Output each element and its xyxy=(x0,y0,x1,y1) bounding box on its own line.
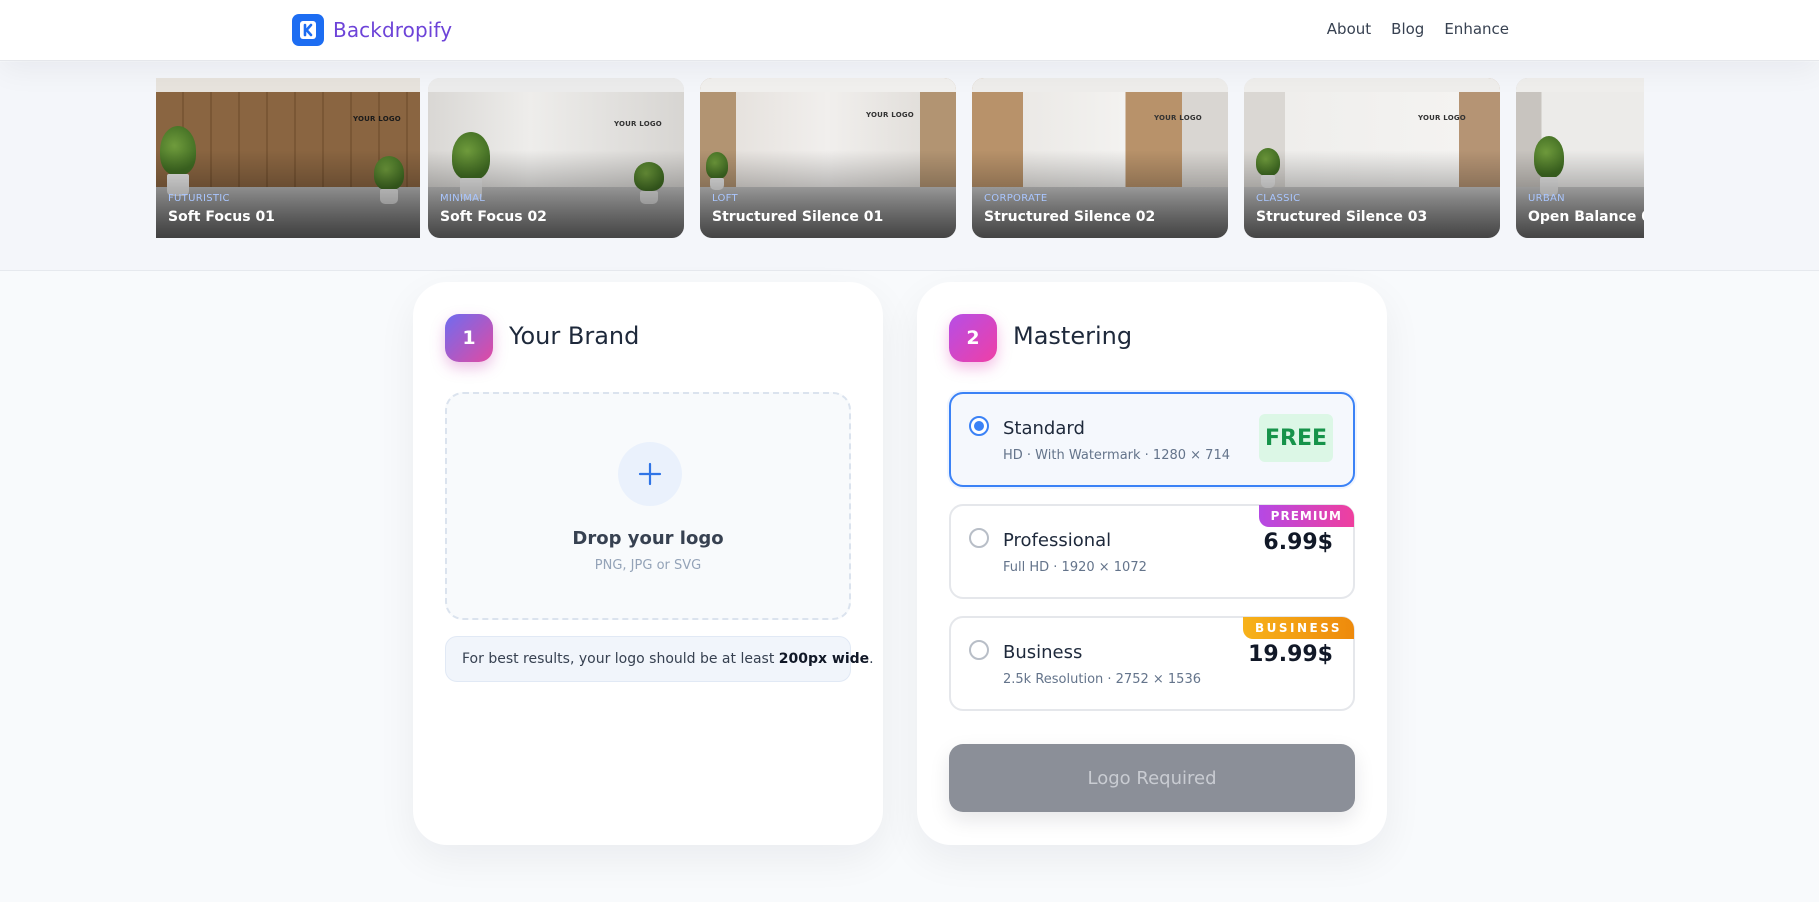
logo-placeholder: YOUR LOGO xyxy=(866,111,914,119)
logo-placeholder: YOUR LOGO xyxy=(614,120,662,128)
card-title: Open Balance 01 xyxy=(1528,209,1644,225)
tip-emphasis: 200px wide xyxy=(778,651,870,667)
card-title: Soft Focus 01 xyxy=(168,209,275,225)
dropzone-subtitle: PNG, JPG or SVG xyxy=(594,558,702,573)
option-standard[interactable]: Standard HD · With Watermark · 1280 × 71… xyxy=(949,392,1355,487)
logo-placeholder: YOUR LOGO xyxy=(353,115,401,123)
radio-business[interactable] xyxy=(969,640,989,660)
option-professional[interactable]: PREMIUM Professional Full HD · 1920 × 10… xyxy=(949,504,1355,599)
step-badge-2: 2 xyxy=(949,314,997,362)
card-tag: MINIMAL xyxy=(440,193,486,204)
dropzone-title: Drop your logo xyxy=(572,528,724,549)
premium-ribbon: PREMIUM xyxy=(1258,505,1354,527)
option-price: 6.99$ xyxy=(1263,530,1333,555)
option-name: Standard xyxy=(1003,418,1085,439)
logo-placeholder: YOUR LOGO xyxy=(1154,114,1202,122)
radio-professional[interactable] xyxy=(969,528,989,548)
option-business[interactable]: BUSINESS Business 2.5k Resolution · 2752… xyxy=(949,616,1355,711)
panel-title: Your Brand xyxy=(509,322,640,350)
gallery-card-soft-focus-01[interactable]: YOUR LOGO FUTURISTIC Soft Focus 01 xyxy=(156,78,420,238)
logo-required-button[interactable]: Logo Required xyxy=(949,744,1355,812)
card-title: Structured Silence 03 xyxy=(1256,209,1428,225)
option-price: 19.99$ xyxy=(1248,642,1333,667)
mastering-panel: 2 Mastering Standard HD · With Watermark… xyxy=(917,282,1387,845)
panel-title: Mastering xyxy=(1013,322,1133,350)
background-gallery[interactable]: YOUR LOGO FUTURISTIC Soft Focus 01 YOUR … xyxy=(156,78,1644,238)
brand-name: Backdropify xyxy=(333,18,453,42)
card-tag: CLASSIC xyxy=(1256,193,1301,204)
free-badge: FREE xyxy=(1259,414,1333,462)
option-desc: Full HD · 1920 × 1072 xyxy=(1003,560,1147,575)
card-title: Structured Silence 02 xyxy=(984,209,1156,225)
gallery-card-structured-silence-03[interactable]: YOUR LOGO CLASSIC Structured Silence 03 xyxy=(1244,78,1500,238)
nav-blog[interactable]: Blog xyxy=(1391,20,1424,38)
radio-standard[interactable] xyxy=(969,416,989,436)
gallery-card-soft-focus-02[interactable]: YOUR LOGO MINIMAL Soft Focus 02 xyxy=(428,78,684,238)
tip-suffix: . xyxy=(869,651,874,667)
step-badge-1: 1 xyxy=(445,314,493,362)
business-ribbon: BUSINESS xyxy=(1243,617,1354,639)
nav-enhance[interactable]: Enhance xyxy=(1444,20,1509,38)
card-tag: URBAN xyxy=(1528,193,1565,204)
logo-placeholder: YOUR LOGO xyxy=(1418,114,1466,122)
option-desc: 2.5k Resolution · 2752 × 1536 xyxy=(1003,672,1201,687)
k-logo-icon xyxy=(292,14,324,46)
your-brand-panel: 1 Your Brand Drop your logo PNG, JPG or … xyxy=(413,282,883,845)
card-title: Soft Focus 02 xyxy=(440,209,547,225)
logo-dropzone[interactable]: Drop your logo PNG, JPG or SVG xyxy=(445,392,851,620)
card-title: Structured Silence 01 xyxy=(712,209,884,225)
option-name: Business xyxy=(1003,642,1083,663)
logo-size-tip: For best results, your logo should be at… xyxy=(445,636,874,682)
card-tag: FUTURISTIC xyxy=(168,193,230,204)
option-name: Professional xyxy=(1003,530,1112,551)
nav-about[interactable]: About xyxy=(1327,20,1371,38)
tip-text: For best results, your logo should be at… xyxy=(462,651,779,667)
brand[interactable]: Backdropify xyxy=(292,14,452,46)
card-tag: LOFT xyxy=(712,193,738,204)
plus-icon xyxy=(618,442,682,506)
gallery-card-structured-silence-02[interactable]: YOUR LOGO CORPORATE Structured Silence 0… xyxy=(972,78,1228,238)
option-desc: HD · With Watermark · 1280 × 714 xyxy=(1003,448,1230,463)
gallery-card-structured-silence-01[interactable]: YOUR LOGO LOFT Structured Silence 01 xyxy=(700,78,956,238)
gallery-card-open-balance-01[interactable]: URBAN Open Balance 01 xyxy=(1516,78,1644,238)
main-nav: About Blog Enhance xyxy=(1327,20,1509,38)
top-header: Backdropify About Blog Enhance xyxy=(0,0,1819,61)
card-tag: CORPORATE xyxy=(984,193,1048,204)
